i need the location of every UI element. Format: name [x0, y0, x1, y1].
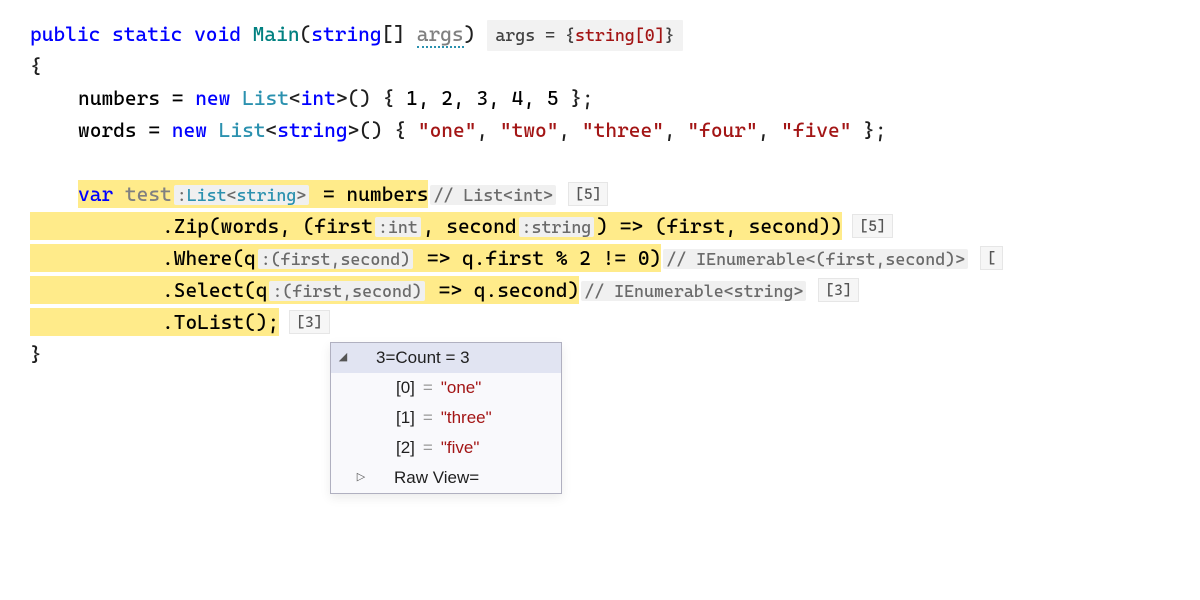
- field-icon: [375, 442, 390, 455]
- debugger-datatip[interactable]: ◢ 3=Count = 3 [0]="one" [1]="three" [2]=…: [330, 342, 562, 494]
- code-line: var test:List<string> = numbers// List<i…: [30, 178, 1200, 210]
- datatip-key: [2]: [396, 434, 415, 461]
- identifier-numbers: numbers: [78, 86, 160, 110]
- field-icon: [375, 412, 390, 425]
- brace-open: {: [30, 54, 42, 78]
- datatip-header-text: 3=Count = 3: [376, 344, 470, 371]
- type-int: int: [301, 86, 336, 110]
- method-name: Main: [253, 22, 300, 46]
- type-string: string: [277, 118, 347, 142]
- type-string: string: [311, 22, 381, 46]
- keyword-void: void: [194, 22, 241, 46]
- string-literal: "one": [418, 118, 477, 142]
- string-literal: "four": [687, 118, 757, 142]
- datatip-header[interactable]: ◢ 3=Count = 3: [331, 343, 561, 373]
- keyword-public: public: [30, 22, 100, 46]
- datatip-value: "three": [441, 404, 492, 431]
- field-icon: [375, 382, 390, 395]
- inline-comment: // List<int>: [430, 185, 556, 205]
- identifier-test[interactable]: test: [125, 182, 172, 206]
- blank-line: [30, 146, 1200, 178]
- datatip-value: "one": [441, 374, 481, 401]
- inline-comment: // IEnumerable<string>: [581, 281, 806, 301]
- code-line: .Select(q:(first,second) => q.second)// …: [30, 274, 1200, 306]
- count-badge[interactable]: [5]: [568, 182, 608, 206]
- string-literal: "five": [781, 118, 851, 142]
- count-badge[interactable]: [3]: [818, 278, 858, 302]
- type-hint: :List<string>: [174, 185, 310, 205]
- code-line: .Where(q:(first,second) => q.first % 2 !…: [30, 242, 1200, 274]
- datatip-item[interactable]: [1]="three": [331, 403, 561, 433]
- datatip-item[interactable]: [2]="five": [331, 433, 561, 463]
- string-literal: "two": [500, 118, 559, 142]
- code-editor[interactable]: public static void Main(string[] args)ar…: [0, 0, 1200, 370]
- count-badge[interactable]: [3]: [289, 310, 329, 334]
- param-args[interactable]: args: [417, 22, 464, 48]
- type-list: List: [219, 118, 266, 142]
- count-badge[interactable]: [: [980, 246, 1003, 270]
- paren-open: (: [300, 22, 312, 46]
- datatip-value: "five": [441, 434, 480, 461]
- type-hint: :int: [375, 217, 421, 237]
- type-hint: :(first,second): [269, 281, 424, 301]
- code-line: {: [30, 50, 1200, 82]
- field-icon: [373, 472, 388, 485]
- args-datatip[interactable]: args = {string[0]}: [487, 20, 682, 51]
- datatip-key: [1]: [396, 404, 415, 431]
- string-literal: "three": [582, 118, 664, 142]
- keyword-var: var: [78, 182, 113, 206]
- code-line: public static void Main(string[] args)ar…: [30, 18, 1200, 50]
- expand-icon[interactable]: ▷: [355, 469, 367, 487]
- code-line: .ToList();[3]: [30, 306, 1200, 338]
- keyword-static: static: [112, 22, 182, 46]
- brace-close: }: [30, 342, 42, 366]
- datatip-item[interactable]: [0]="one": [331, 373, 561, 403]
- inline-comment: // IEnumerable<(first,second)>: [663, 249, 968, 269]
- type-hint: :(first,second): [258, 249, 413, 269]
- object-icon: [355, 352, 370, 365]
- identifier-words: words: [78, 118, 137, 142]
- type-list: List: [242, 86, 289, 110]
- code-line: numbers = new List<int>() { 1, 2, 3, 4, …: [30, 82, 1200, 114]
- expand-collapse-icon[interactable]: ◢: [337, 349, 349, 367]
- datatip-raw-label: Raw View=: [394, 464, 479, 491]
- code-line: .Zip(words, (first:int, second:string) =…: [30, 210, 1200, 242]
- number-literals: 1, 2, 3, 4, 5: [406, 86, 558, 110]
- paren-close: ): [464, 22, 476, 46]
- count-badge[interactable]: [5]: [852, 214, 892, 238]
- keyword-new: new: [195, 86, 230, 110]
- identifier-numbers[interactable]: numbers: [346, 182, 428, 206]
- code-line: words = new List<string>() { "one", "two…: [30, 114, 1200, 146]
- keyword-new: new: [172, 118, 207, 142]
- datatip-key: [0]: [396, 374, 415, 401]
- type-hint: :string: [519, 217, 595, 237]
- code-line: }: [30, 338, 1200, 370]
- datatip-raw-view[interactable]: ▷ Raw View=: [331, 463, 561, 493]
